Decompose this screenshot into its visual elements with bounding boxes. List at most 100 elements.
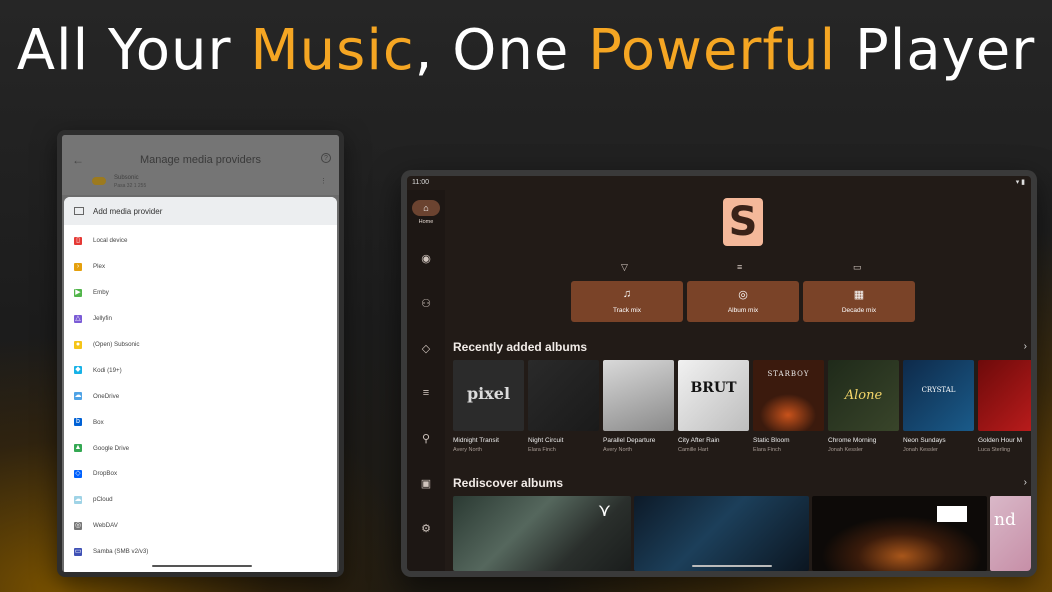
nav-rail: ⌂ Home ◉ ⚇ ◇ ≡ ⚲ ▣ ⚙ [407, 190, 445, 571]
right-tablet-screen: 11:00 ▾ ▮ ⌂ Home ◉ ⚇ ◇ ≡ ⚲ ▣ ⚙ S ▽ ≡ ▭ ♫… [407, 176, 1031, 571]
album-title: Night Circuit [528, 437, 564, 444]
provider-item[interactable]: ◆ Kodi (19+) [64, 357, 337, 383]
rediscover-album-2[interactable] [634, 496, 809, 571]
gesture-handle [152, 565, 252, 567]
queue-icon[interactable]: ≡ [737, 262, 742, 272]
nav-home[interactable]: ⌂ Home [407, 200, 445, 225]
album-cover [603, 360, 674, 431]
cast-icon[interactable]: ▭ [853, 262, 862, 273]
decade-mix-icon: ▦ [853, 289, 865, 301]
dropbox-icon: ◇ [74, 469, 82, 478]
album-card[interactable]: pixel Midnight Transit Avery North [453, 360, 524, 453]
album-card[interactable]: Golden Hour M Luca Sterling [978, 360, 1031, 453]
album-title: Parallel Departure [603, 437, 656, 444]
track-mix-label: Track mix [613, 307, 641, 314]
existing-provider-subtitle: Pasa 32 1 255 [114, 183, 147, 189]
search-icon[interactable]: ⚲ [407, 432, 445, 445]
artists-icon[interactable]: ⚇ [407, 297, 445, 310]
album-cover: STARBOY [753, 360, 824, 431]
rediscover-chevron-icon[interactable]: › [1024, 477, 1027, 488]
left-tablet: ← Manage media providers ? Subsonic Pasa… [57, 130, 344, 577]
provider-item[interactable]: ▶ Emby [64, 280, 337, 306]
rediscover-album-1[interactable]: ⋎ [453, 496, 631, 571]
album-title: City After Rain [678, 437, 720, 444]
status-bar: 11:00 ▾ ▮ [407, 176, 1031, 190]
album-mix-label: Album mix [727, 307, 759, 314]
provider-label: Box [93, 418, 104, 426]
album-card[interactable]: Parallel Departure Avery North [603, 360, 674, 453]
provider-item[interactable]: △ Jellyfin [64, 306, 337, 332]
settings-gear-icon[interactable]: ⚙ [407, 522, 445, 535]
headline-part2: , One [414, 18, 589, 83]
album-title: Midnight Transit [453, 437, 499, 444]
recently-added-title: Recently added albums [453, 340, 588, 354]
provider-label: pCloud [93, 496, 113, 504]
provider-item[interactable]: ☁ pCloud [64, 487, 337, 513]
provider-item[interactable]: b Box [64, 409, 337, 435]
recently-added-chevron-icon[interactable]: › [1024, 341, 1027, 352]
album-title: Neon Sundays [903, 437, 946, 444]
decade-mix-label: Decade mix [841, 307, 877, 314]
album-cover-text: Alone [844, 388, 883, 403]
album-artist: Avery North [453, 447, 482, 453]
album-cover-text: pixel [466, 384, 511, 403]
album-icon[interactable]: ◉ [407, 252, 445, 265]
home-icon: ⌂ [412, 200, 440, 216]
album-card[interactable]: BRUT City After Rain Camille Hart [678, 360, 749, 453]
album-card[interactable]: STARBOY Static Bloom Elara Finch [753, 360, 824, 453]
add-provider-header[interactable]: Add media provider [64, 197, 337, 225]
album-artist: Jonah Kessler [828, 447, 863, 453]
album-card[interactable]: Alone Chrome Morning Jonah Kessler [828, 360, 899, 453]
provider-item[interactable]: ▲ Google Drive [64, 435, 337, 461]
album-card[interactable]: Night Circuit Elara Finch [528, 360, 599, 453]
provider-label: WebDAV [93, 522, 118, 530]
left-tablet-screen: ← Manage media providers ? Subsonic Pasa… [62, 135, 339, 572]
track-mix-icon: ♫ [622, 288, 632, 300]
wifi-battery-icon: ▾ ▮ [1015, 179, 1025, 186]
album-mix-button[interactable]: ◎ Album mix [687, 281, 799, 322]
provider-label: Emby [93, 289, 109, 297]
playlists-icon[interactable]: ≡ [407, 387, 445, 399]
library-icon[interactable]: ▣ [407, 477, 445, 490]
album-cover-text: BRUT [690, 380, 737, 396]
provider-label: OneDrive [93, 392, 120, 400]
home-indicator [692, 565, 772, 567]
provider-item[interactable]: ◇ DropBox [64, 461, 337, 487]
app-logo: S [723, 198, 763, 246]
provider-label: (Open) Subsonic [93, 341, 140, 348]
nav-home-label: Home [418, 219, 434, 225]
google-drive-icon: ▲ [74, 444, 82, 453]
provider-item[interactable]: ▯ Local device [64, 228, 337, 254]
headline-part1: All Your [16, 18, 251, 83]
samba-icon: ▭ [74, 547, 82, 556]
provider-item[interactable]: ● (Open) Subsonic [64, 332, 337, 358]
more-vert-icon[interactable]: ⋮ [320, 177, 327, 185]
existing-provider-name[interactable]: Subsonic [114, 175, 139, 181]
genres-icon[interactable]: ◇ [407, 342, 445, 355]
album-cover: Alone [828, 360, 899, 431]
phone-icon: ▯ [74, 236, 82, 245]
headline-accent-powerful: Powerful [588, 18, 837, 83]
provider-item[interactable]: ◎ WebDAV [64, 513, 337, 539]
album-cover: CRYSTAL [903, 360, 974, 431]
album-artist: Avery North [603, 447, 632, 453]
help-icon[interactable]: ? [321, 153, 331, 163]
filter-icon[interactable]: ▽ [621, 262, 628, 273]
provider-item[interactable]: ☁ OneDrive [64, 383, 337, 409]
decade-mix-button[interactable]: ▦ Decade mix [803, 281, 915, 322]
provider-item[interactable]: › Plex [64, 254, 337, 280]
album-cover [528, 360, 599, 431]
track-mix-button[interactable]: ♫ Track mix [571, 281, 683, 322]
headline: All Your Music, One Powerful Player [0, 18, 1052, 83]
album-card[interactable]: CRYSTAL Neon Sundays Jonah Kessler [903, 360, 974, 453]
album-cover-text: CRYSTAL [921, 386, 956, 394]
box-icon: b [74, 418, 82, 427]
rediscover-album-3[interactable] [812, 496, 987, 571]
album-cover: BRUT [678, 360, 749, 431]
manage-providers-title: Manage media providers [139, 154, 262, 166]
rediscover-album-4[interactable]: nd [990, 496, 1031, 571]
subsonic-provider-icon [92, 177, 106, 185]
provider-item[interactable]: ▭ Samba (SMB v2/v3) [64, 539, 337, 565]
pcloud-icon: ☁ [74, 495, 82, 504]
right-tablet: 11:00 ▾ ▮ ⌂ Home ◉ ⚇ ◇ ≡ ⚲ ▣ ⚙ S ▽ ≡ ▭ ♫… [401, 170, 1037, 577]
